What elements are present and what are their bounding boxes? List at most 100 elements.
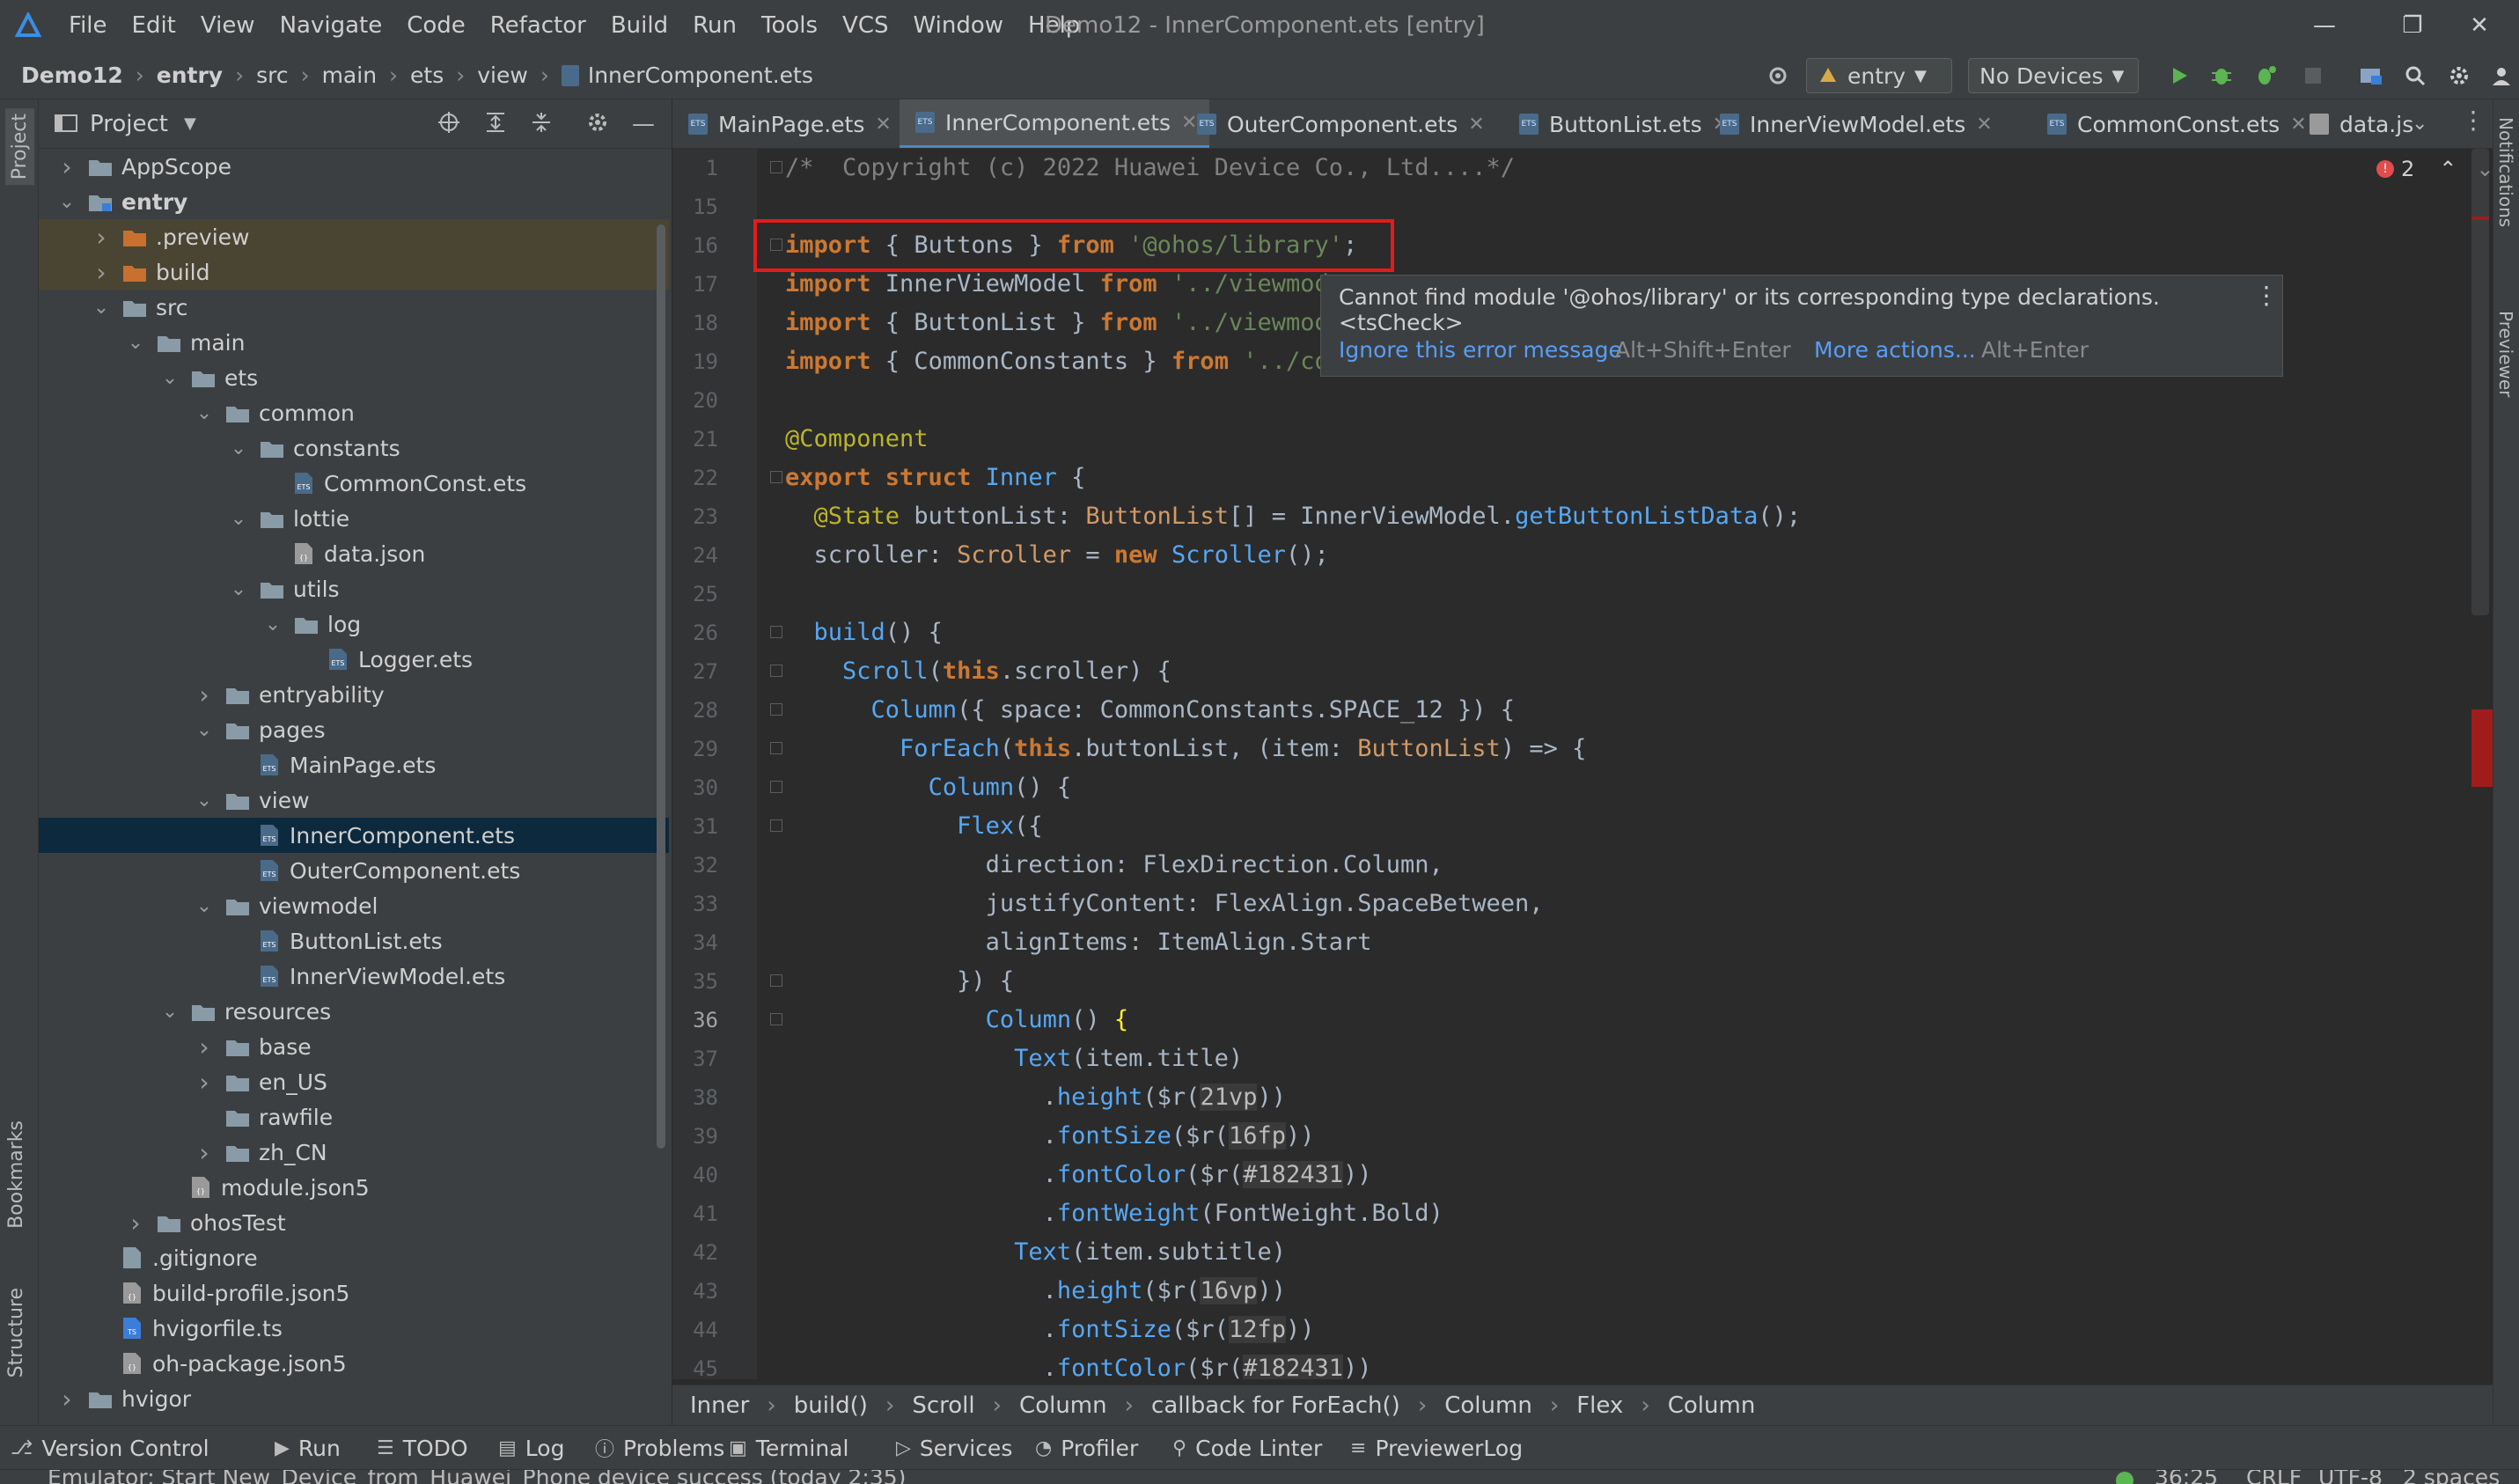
- code-breadcrumb-item[interactable]: Column: [1019, 1392, 1107, 1419]
- error-stripe-mark[interactable]: [2471, 709, 2493, 787]
- bookmarks-tool-button[interactable]: Bookmarks: [5, 1120, 27, 1229]
- tab-outercomponent-ets[interactable]: ETS OuterComponent.ets ✕: [1181, 99, 1497, 148]
- close-tab-icon[interactable]: ✕: [1468, 114, 1484, 136]
- ignore-error-link[interactable]: Ignore this error message: [1339, 337, 1622, 363]
- tree-item[interactable]: {} build-profile.json5: [39, 1275, 669, 1311]
- menu-item-vcs[interactable]: VCS: [830, 0, 900, 51]
- menu-item-window[interactable]: Window: [901, 0, 1017, 51]
- chevron-right-icon[interactable]: ›: [195, 680, 213, 709]
- tab-commonconst-ets[interactable]: ETS CommonConst.ets ✕: [2031, 99, 2319, 148]
- menu-item-navigate[interactable]: Navigate: [268, 0, 395, 51]
- breadcrumb-item[interactable]: InnerComponent.ets: [588, 62, 813, 88]
- tree-item[interactable]: › AppScope: [39, 149, 669, 184]
- menu-item-view[interactable]: View: [188, 0, 268, 51]
- locate-file-icon[interactable]: [437, 110, 461, 138]
- tree-item[interactable]: {} module.json5: [39, 1170, 669, 1205]
- chevron-right-icon[interactable]: ›: [127, 1209, 144, 1238]
- chevron-down-icon[interactable]: ⌄: [264, 613, 282, 635]
- project-tool-button[interactable]: Project: [5, 108, 34, 186]
- tree-item[interactable]: ETS ButtonList.ets: [39, 923, 669, 959]
- tabs-overflow-chevron-icon[interactable]: ⌄: [2412, 113, 2427, 135]
- tool-window-services[interactable]: ▷ Services: [896, 1426, 1012, 1470]
- tool-window-problems[interactable]: ⓘ Problems: [595, 1426, 724, 1470]
- tree-item[interactable]: ETS InnerComponent.ets: [39, 818, 669, 853]
- tool-window-log[interactable]: ▤ Log: [498, 1426, 564, 1470]
- breadcrumb-item[interactable]: src: [256, 62, 289, 88]
- menu-item-build[interactable]: Build: [599, 0, 680, 51]
- minimize-button[interactable]: —: [2285, 0, 2364, 51]
- code-breadcrumb-item[interactable]: Column: [1444, 1392, 1532, 1419]
- chevron-down-icon[interactable]: ⌄: [230, 578, 247, 600]
- caret-position[interactable]: 36:25: [2155, 1470, 2218, 1484]
- tree-item[interactable]: rawfile: [39, 1099, 669, 1135]
- chevron-right-icon[interactable]: ›: [58, 152, 76, 181]
- notifications-tool-button[interactable]: Notifications: [2495, 117, 2516, 227]
- tree-item[interactable]: › zh_CN: [39, 1135, 669, 1170]
- tool-window-version-control[interactable]: ⎇ Version Control: [11, 1426, 209, 1470]
- chevron-down-icon[interactable]: ▼: [184, 114, 196, 133]
- previewer-tool-button[interactable]: Previewer: [2495, 311, 2516, 397]
- stop-icon[interactable]: [2297, 58, 2329, 93]
- tree-item[interactable]: ⌄ common: [39, 395, 669, 430]
- menu-item-edit[interactable]: Edit: [120, 0, 188, 51]
- tree-item[interactable]: ETS InnerViewModel.ets: [39, 959, 669, 994]
- breadcrumb-item[interactable]: entry: [157, 62, 223, 88]
- tree-item[interactable]: ⌄ utils: [39, 571, 669, 606]
- chevron-down-icon[interactable]: ⌄: [230, 508, 247, 530]
- tree-item[interactable]: ⌄ view: [39, 782, 669, 818]
- tree-item[interactable]: › ohosTest: [39, 1205, 669, 1240]
- chevron-up-icon[interactable]: ⌃: [2439, 157, 2457, 181]
- breadcrumb-item[interactable]: ets: [410, 62, 444, 88]
- chevron-right-icon[interactable]: ›: [58, 1385, 76, 1414]
- breadcrumb-item[interactable]: view: [477, 62, 528, 88]
- breadcrumb-item[interactable]: main: [322, 62, 377, 88]
- search-icon[interactable]: [2399, 58, 2431, 93]
- account-icon[interactable]: [2486, 58, 2517, 93]
- tree-item[interactable]: TS hvigorfile.ts: [39, 1311, 669, 1346]
- chevron-down-icon[interactable]: ⌄: [195, 402, 213, 424]
- tree-item[interactable]: ETS CommonConst.ets: [39, 466, 669, 501]
- editor-more-icon[interactable]: ⋮: [2461, 106, 2486, 135]
- file-encoding[interactable]: UTF-8: [2318, 1470, 2383, 1484]
- target-icon[interactable]: [1760, 58, 1796, 93]
- code-breadcrumb-item[interactable]: Flex: [1576, 1392, 1623, 1419]
- fold-marker-icon[interactable]: [770, 819, 782, 832]
- chevron-down-icon[interactable]: ⌄: [230, 437, 247, 459]
- tab-data-js[interactable]: data.js: [2294, 99, 2426, 148]
- tree-item[interactable]: › entryability: [39, 677, 669, 712]
- tree-item[interactable]: ⌄ entry: [39, 184, 669, 219]
- hide-panel-icon[interactable]: —: [632, 111, 655, 137]
- menu-item-run[interactable]: Run: [680, 0, 749, 51]
- tree-item[interactable]: › build: [39, 254, 669, 290]
- chevron-down-icon[interactable]: ⌄: [195, 719, 213, 741]
- tree-item[interactable]: ⌄ main: [39, 325, 669, 360]
- tree-item[interactable]: ⌄ log: [39, 606, 669, 642]
- tree-item[interactable]: {} oh-package.json5: [39, 1346, 669, 1381]
- code-breadcrumb-item[interactable]: Inner: [690, 1392, 749, 1419]
- tab-innercomponent-ets[interactable]: ETS InnerComponent.ets ✕: [900, 99, 1210, 148]
- close-window-button[interactable]: ✕: [2440, 0, 2519, 51]
- menu-item-file[interactable]: File: [56, 0, 120, 51]
- close-tab-icon[interactable]: ✕: [1976, 114, 1992, 136]
- tree-item[interactable]: ETS OuterComponent.ets: [39, 853, 669, 888]
- tree-item[interactable]: ⌄ viewmodel: [39, 888, 669, 923]
- line-separator[interactable]: CRLF: [2246, 1470, 2302, 1484]
- tree-item[interactable]: › .preview: [39, 219, 669, 254]
- menu-item-code[interactable]: Code: [394, 0, 478, 51]
- fold-marker-icon[interactable]: [770, 471, 782, 483]
- chevron-down-icon[interactable]: ⌄: [195, 895, 213, 917]
- tree-item[interactable]: ⌄ lottie: [39, 501, 669, 536]
- tool-window-code-linter[interactable]: ⚲ Code Linter: [1172, 1426, 1322, 1470]
- chevron-right-icon[interactable]: ›: [195, 1068, 213, 1097]
- project-scrollbar[interactable]: [657, 224, 665, 1149]
- tree-item[interactable]: › en_US: [39, 1064, 669, 1099]
- fold-marker-icon[interactable]: [770, 974, 782, 987]
- structure-tool-button[interactable]: Structure: [5, 1288, 27, 1377]
- fold-marker-icon[interactable]: [770, 781, 782, 793]
- tool-window-run[interactable]: ▶ Run: [275, 1426, 341, 1470]
- device-select[interactable]: No Devices ▼: [1968, 58, 2139, 93]
- tab-innerviewmodel-ets[interactable]: ETS InnerViewModel.ets ✕: [1704, 99, 2005, 148]
- chevron-down-icon[interactable]: ⌄: [161, 1001, 179, 1023]
- chevron-right-icon[interactable]: ›: [92, 223, 110, 252]
- tree-item[interactable]: ⌄ ets: [39, 360, 669, 395]
